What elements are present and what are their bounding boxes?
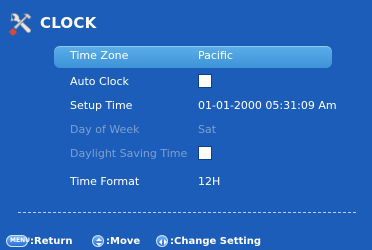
- time-format-value: 12H: [198, 175, 221, 188]
- auto-clock-checkbox[interactable]: [198, 74, 212, 88]
- setup-time-value: 01-01-2000 05:31:09 Am: [198, 99, 337, 112]
- time-zone-value: Pacific: [198, 49, 233, 62]
- page-title: CLOCK: [40, 14, 97, 32]
- day-of-week-value: Sat: [198, 123, 217, 136]
- daylight-saving-checkbox: [198, 146, 212, 160]
- footer-divider: [18, 212, 356, 213]
- up-down-key-icon: [92, 235, 104, 247]
- key-hint-bar: MENU :Return :Move :Change Setting: [0, 234, 372, 250]
- menu-item-label: Auto Clock: [70, 75, 129, 88]
- menu-item-label: Daylight Saving Time: [70, 147, 188, 160]
- menu-item-label: Time Format: [70, 175, 140, 188]
- menu-item-time-zone[interactable]: Time Zone Pacific: [54, 46, 332, 68]
- menu-item-label: Time Zone: [70, 49, 129, 62]
- menu-item-day-of-week: Day of Week Sat: [54, 120, 332, 142]
- return-hint: :Return: [30, 236, 73, 247]
- menu-header: CLOCK: [0, 0, 372, 46]
- move-hint: :Move: [106, 236, 141, 247]
- menu-item-auto-clock[interactable]: Auto Clock: [54, 72, 332, 94]
- menu-item-time-format[interactable]: Time Format 12H: [54, 172, 332, 194]
- menu-item-label: Setup Time: [70, 99, 133, 112]
- menu-item-daylight-saving-time: Daylight Saving Time: [54, 144, 332, 166]
- menu-item-label: Day of Week: [70, 123, 140, 136]
- clock-menu-screen: CLOCK Time Zone Pacific Auto Clock Setup…: [0, 0, 372, 250]
- change-setting-hint: :Change Setting: [170, 236, 261, 247]
- menu-item-setup-time[interactable]: Setup Time 01-01-2000 05:31:09 Am: [54, 96, 337, 118]
- tools-icon: [6, 10, 34, 38]
- left-right-key-icon: [156, 235, 168, 247]
- menu-key-icon: MENU: [6, 235, 30, 247]
